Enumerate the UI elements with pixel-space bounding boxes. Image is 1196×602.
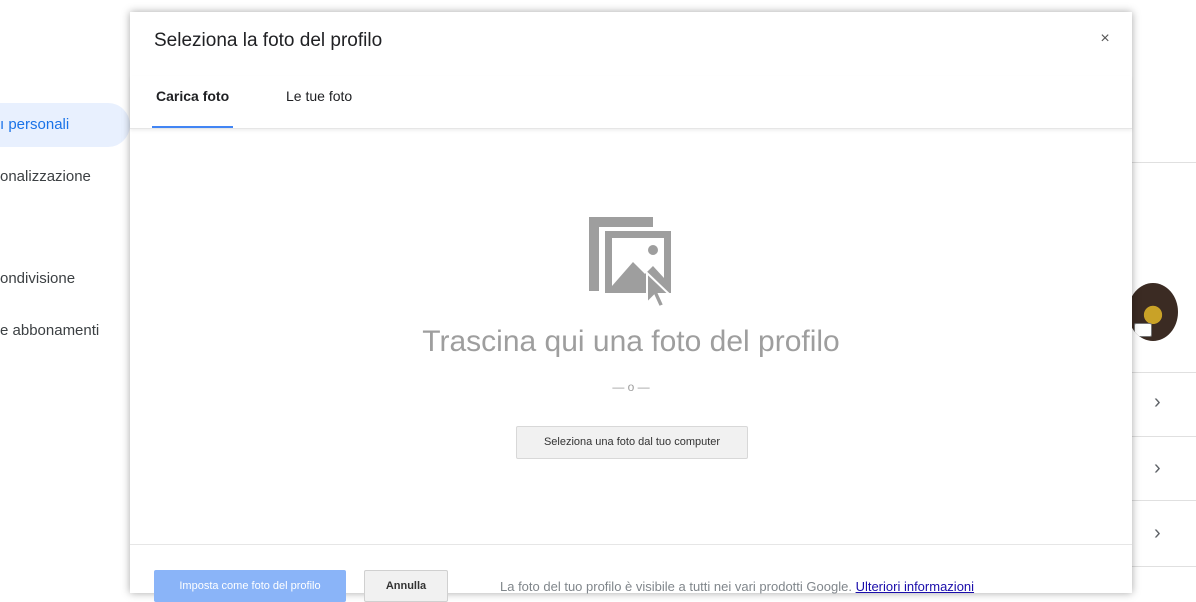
divider [1132,162,1196,163]
dialog-footer: Imposta come foto del profilo Annulla La… [130,544,1132,602]
dialog-title: Seleziona la foto del profilo [154,30,383,51]
chevron-right-icon[interactable]: › [1154,391,1161,414]
or-separator: — o — [612,380,650,394]
chevron-right-icon[interactable]: › [1154,522,1161,545]
set-profile-photo-button[interactable]: Imposta come foto del profilo [154,570,346,602]
sidebar-item-label: ı personali [0,116,70,133]
divider [1132,436,1196,437]
sidebar-item-label: ondivisione [0,270,76,287]
learn-more-link[interactable]: Ulteriori informazioni [856,579,974,594]
sidebar-item-personal-info[interactable]: ı personali [0,103,130,147]
background-sidebar: ı personali onalizzazione ondivisione e … [0,0,130,593]
sidebar-item-label: e abbonamenti [0,322,100,339]
sidebar-item-subscriptions[interactable]: e abbonamenti [0,309,99,353]
sidebar-item-personalization[interactable]: onalizzazione [0,155,91,199]
photo-drop-zone[interactable]: Trascina qui una foto del profilo — o — … [130,129,1132,544]
divider [1132,500,1196,501]
divider [1132,372,1196,373]
sidebar-item-sharing[interactable]: ondivisione [0,257,75,301]
visibility-info-text: La foto del tuo profilo è visibile a tut… [500,579,852,594]
camera-icon [1134,323,1152,337]
photo-drag-icon [589,217,672,309]
tab-upload-photo[interactable]: Carica foto [151,88,234,128]
cancel-button[interactable]: Annulla [364,570,448,602]
drop-instruction-text: Trascina qui una foto del profilo [422,325,840,358]
profile-photo-dialog: Seleziona la foto del profilo × Carica f… [130,12,1132,602]
sidebar-item-label: onalizzazione [0,168,91,185]
avatar[interactable] [1128,283,1178,341]
chevron-right-icon[interactable]: › [1154,457,1161,480]
footer-info: La foto del tuo profilo è visibile a tut… [500,579,974,594]
close-icon[interactable]: × [1096,30,1114,48]
select-photo-button[interactable]: Seleziona una foto dal tuo computer [516,426,748,459]
dialog-tabs: Carica foto Le tue foto [130,76,1132,129]
divider [1132,566,1196,567]
tab-your-photos[interactable]: Le tue foto [286,88,352,128]
